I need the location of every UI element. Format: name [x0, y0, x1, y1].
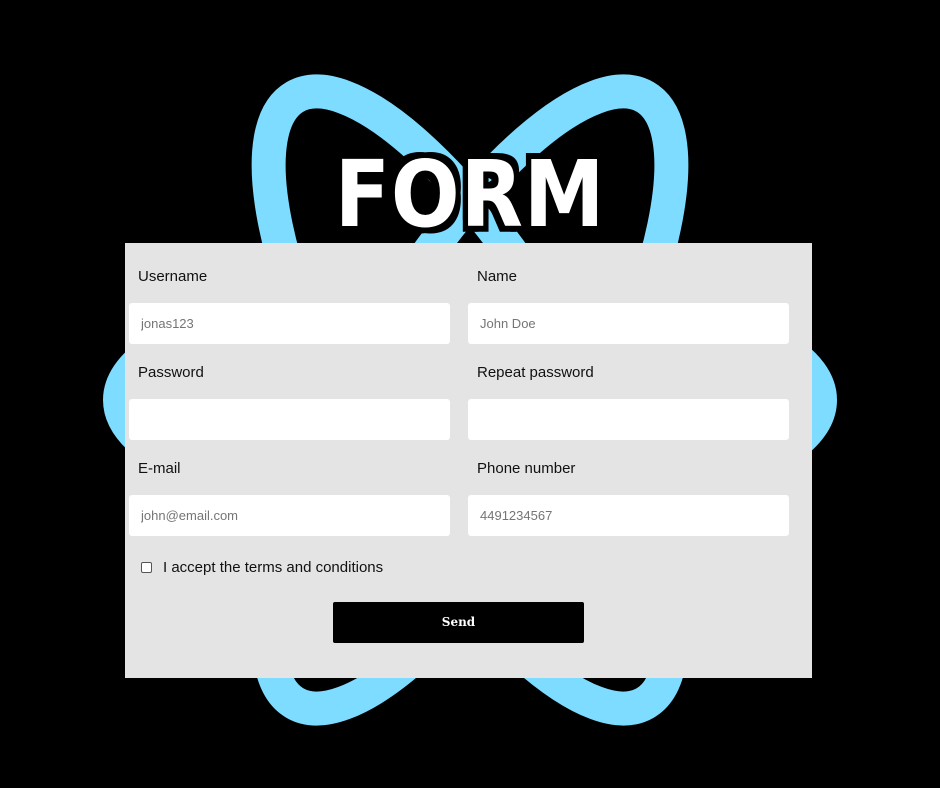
name-input[interactable]	[468, 303, 789, 344]
terms-row: I accept the terms and conditions	[141, 557, 383, 577]
password-input[interactable]	[129, 399, 450, 440]
signup-form: Username Name Password Repeat password E…	[125, 243, 812, 678]
username-group: Username	[129, 268, 450, 344]
page-title: FORM	[334, 141, 606, 248]
name-label: Name	[477, 268, 518, 285]
phone-group: Phone number	[468, 460, 789, 536]
send-button[interactable]: Send	[333, 602, 584, 643]
terms-label: I accept the terms and conditions	[163, 558, 384, 576]
email-label: E-mail	[138, 460, 181, 477]
username-label: Username	[138, 268, 208, 285]
email-group: E-mail	[129, 460, 450, 536]
terms-checkbox[interactable]	[141, 561, 152, 573]
password-label: Password	[138, 364, 204, 381]
password-group: Password	[129, 364, 450, 440]
repeat-password-group: Repeat password	[468, 364, 789, 440]
repeat-password-input[interactable]	[468, 399, 789, 440]
repeat-password-label: Repeat password	[477, 364, 594, 381]
phone-label: Phone number	[477, 460, 576, 477]
page: FORM Username Name Password Repeat passw…	[0, 0, 940, 788]
name-group: Name	[468, 268, 789, 344]
email-input[interactable]	[129, 495, 450, 536]
phone-input[interactable]	[468, 495, 789, 536]
username-input[interactable]	[129, 303, 450, 344]
